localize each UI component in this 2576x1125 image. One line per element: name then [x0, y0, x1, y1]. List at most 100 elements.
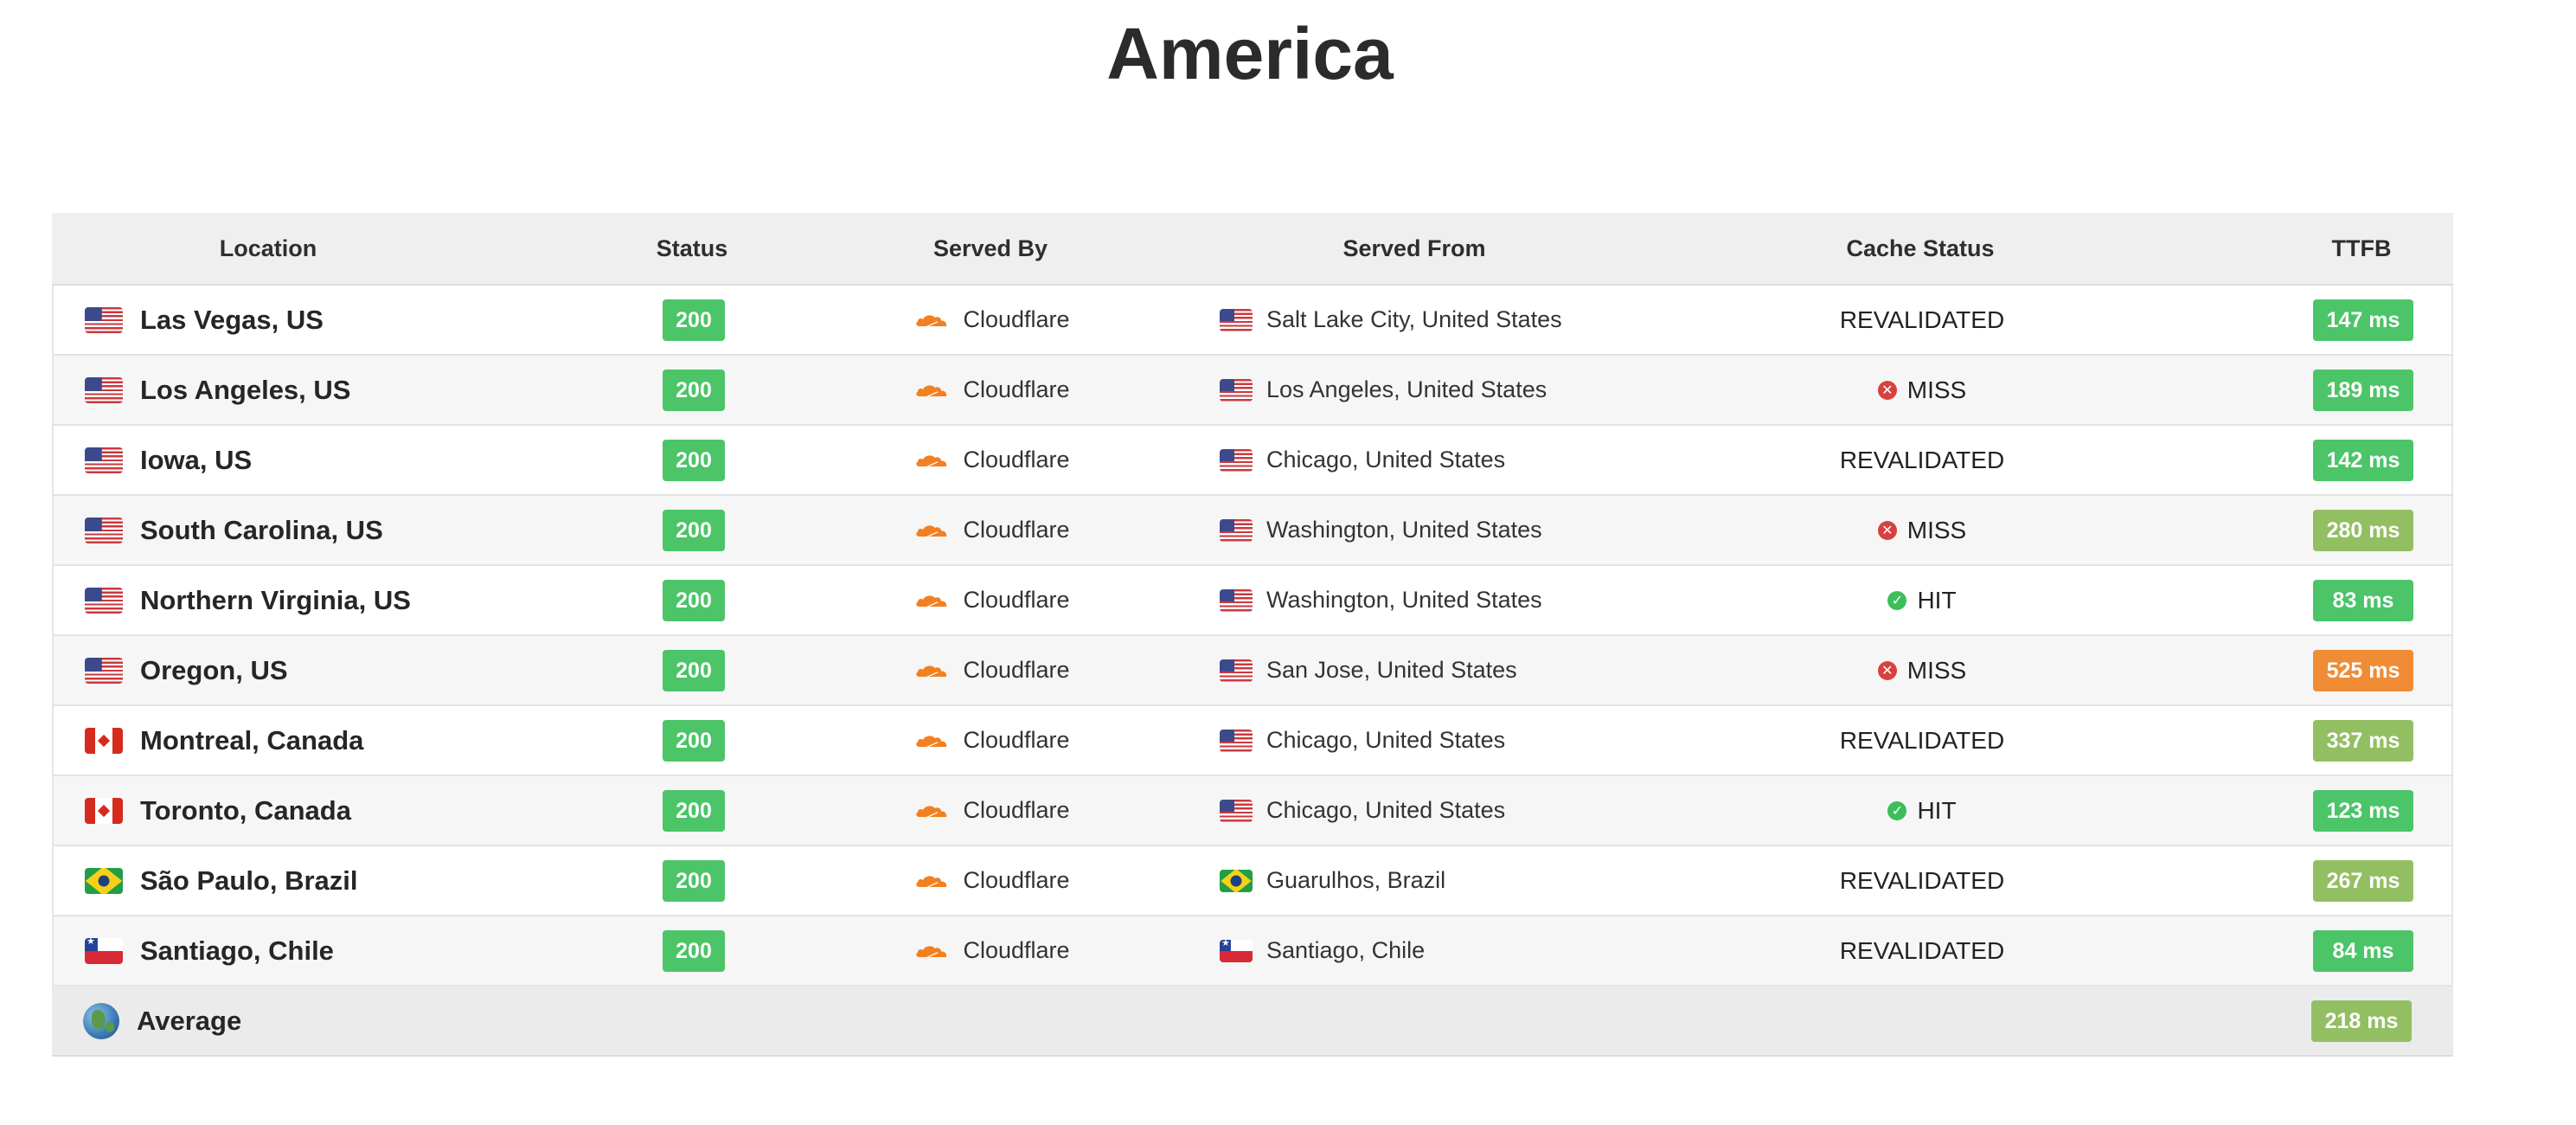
us-flag-icon	[85, 447, 123, 473]
cache-hit-icon: ✓	[1887, 800, 1907, 820]
served-by-cell: Cloudflare	[849, 657, 1187, 684]
cache-status-text: REVALIDATED	[1839, 446, 2005, 473]
served-from-cell: Chicago, United States	[1187, 727, 1645, 754]
chile-flag-icon	[1220, 939, 1253, 962]
ttfb-cell: 142 ms	[2199, 439, 2528, 481]
status-cell: 200	[538, 579, 849, 621]
ttfb-badge: 142 ms	[2313, 439, 2413, 481]
served-by-name: Cloudflare	[963, 376, 1070, 402]
status-badge: 200	[663, 719, 725, 762]
location-cell: Iowa, US	[54, 445, 538, 476]
served-from-cell: Los Angeles, United States	[1187, 376, 1645, 403]
ttfb-badge: 147 ms	[2313, 299, 2413, 341]
ttfb-badge: 525 ms	[2313, 649, 2413, 691]
ttfb-badge: 189 ms	[2313, 369, 2413, 411]
cache-status-cell: ✓ HIT	[1645, 797, 2199, 825]
cache-miss-icon: ✕	[1877, 660, 1897, 680]
location-cell: South Carolina, US	[54, 515, 538, 546]
status-cell: 200	[538, 859, 849, 902]
us-flag-icon	[1220, 308, 1253, 331]
served-by-cell: Cloudflare	[849, 797, 1187, 824]
ttfb-cell: 147 ms	[2199, 299, 2528, 341]
status-badge: 200	[663, 509, 725, 551]
ttfb-badge: 337 ms	[2313, 719, 2413, 762]
served-from-name: Chicago, United States	[1266, 797, 1506, 823]
status-cell: 200	[538, 369, 849, 411]
cloudflare-icon	[916, 314, 947, 326]
canada-flag-icon	[85, 797, 123, 824]
status-badge: 200	[663, 369, 725, 411]
cache-status-cell: REVALIDATED	[1645, 937, 2199, 965]
cache-status-text: MISS	[1906, 656, 1967, 684]
actions-cell	[2528, 450, 2576, 471]
served-by-name: Cloudflare	[963, 937, 1070, 963]
ttfb-cell: 337 ms	[2199, 719, 2528, 762]
served-from-cell: Washington, United States	[1187, 517, 1645, 543]
served-by-name: Cloudflare	[963, 447, 1070, 472]
table-row: Iowa, US 200 Cloudflare Chicago, United …	[52, 426, 2453, 496]
table-row: Montreal, Canada 200 Cloudflare Chicago,…	[52, 706, 2453, 776]
served-from-name: Washington, United States	[1266, 517, 1542, 543]
status-cell: 200	[538, 789, 849, 832]
us-flag-icon	[1220, 729, 1253, 752]
served-from-name: Salt Lake City, United States	[1266, 306, 1562, 332]
us-flag-icon	[1220, 518, 1253, 542]
actions-cell	[2528, 380, 2576, 401]
ttfb-cell: 83 ms	[2199, 579, 2528, 621]
actions-cell	[2528, 520, 2576, 541]
served-from-cell: Chicago, United States	[1187, 797, 1645, 824]
header-served-by: Served By	[932, 235, 1048, 261]
ttfb-cell: 525 ms	[2199, 649, 2528, 691]
cache-status-text: REVALIDATED	[1839, 305, 2005, 333]
cache-status-cell: REVALIDATED	[1645, 727, 2199, 755]
cloudflare-icon	[916, 735, 947, 747]
average-row: Average 218 ms	[52, 987, 2453, 1057]
table-header: Location Status Served By Served From Ca…	[52, 213, 2453, 286]
cloudflare-icon	[916, 945, 947, 957]
served-from-cell: San Jose, United States	[1187, 657, 1645, 684]
us-flag-icon	[85, 306, 123, 333]
location-name: Montreal, Canada	[140, 724, 364, 755]
status-cell: 200	[538, 719, 849, 762]
cloudflare-icon	[916, 875, 947, 887]
location-cell: Oregon, US	[54, 655, 538, 686]
served-by-cell: Cloudflare	[849, 306, 1187, 333]
ttfb-cell: 189 ms	[2199, 369, 2528, 411]
us-flag-icon	[1220, 659, 1253, 682]
served-by-cell: Cloudflare	[849, 517, 1187, 543]
ttfb-cell: 84 ms	[2199, 929, 2528, 972]
cache-status-text: REVALIDATED	[1839, 726, 2005, 754]
table-row: Northern Virginia, US 200 Cloudflare Was…	[52, 566, 2453, 636]
canada-flag-icon	[85, 727, 123, 754]
location-name: Oregon, US	[140, 654, 288, 685]
brazil-flag-icon	[1220, 869, 1253, 892]
status-cell: 200	[538, 649, 849, 691]
served-by-cell: Cloudflare	[849, 376, 1187, 403]
cloudflare-icon	[916, 524, 947, 537]
us-flag-icon	[1220, 448, 1253, 472]
location-name: Las Vegas, US	[140, 304, 324, 335]
header-cache-status: Cache Status	[1846, 235, 1995, 261]
served-by-name: Cloudflare	[963, 867, 1070, 893]
average-label: Average	[137, 1005, 242, 1036]
served-by-cell: Cloudflare	[849, 937, 1187, 964]
location-cell: Las Vegas, US	[54, 305, 538, 336]
actions-cell	[2528, 730, 2576, 751]
actions-cell	[2528, 941, 2576, 961]
served-by-cell: Cloudflare	[849, 587, 1187, 614]
actions-cell	[2528, 660, 2576, 681]
average-location-cell: Average	[52, 1002, 536, 1039]
table-row: Las Vegas, US 200 Cloudflare Salt Lake C…	[52, 286, 2453, 356]
location-name: São Paulo, Brazil	[140, 865, 358, 896]
cache-status-text: HIT	[1917, 796, 1957, 824]
status-cell: 200	[538, 509, 849, 551]
location-name: Northern Virginia, US	[140, 584, 411, 615]
cache-miss-icon: ✕	[1877, 380, 1897, 400]
table-row: Santiago, Chile 200 Cloudflare Santiago,…	[52, 916, 2453, 987]
served-by-name: Cloudflare	[963, 517, 1070, 543]
status-badge: 200	[663, 439, 725, 481]
served-by-name: Cloudflare	[963, 797, 1070, 823]
ttfb-cell: 123 ms	[2199, 789, 2528, 832]
cloudflare-icon	[916, 384, 947, 396]
served-by-cell: Cloudflare	[849, 867, 1187, 894]
